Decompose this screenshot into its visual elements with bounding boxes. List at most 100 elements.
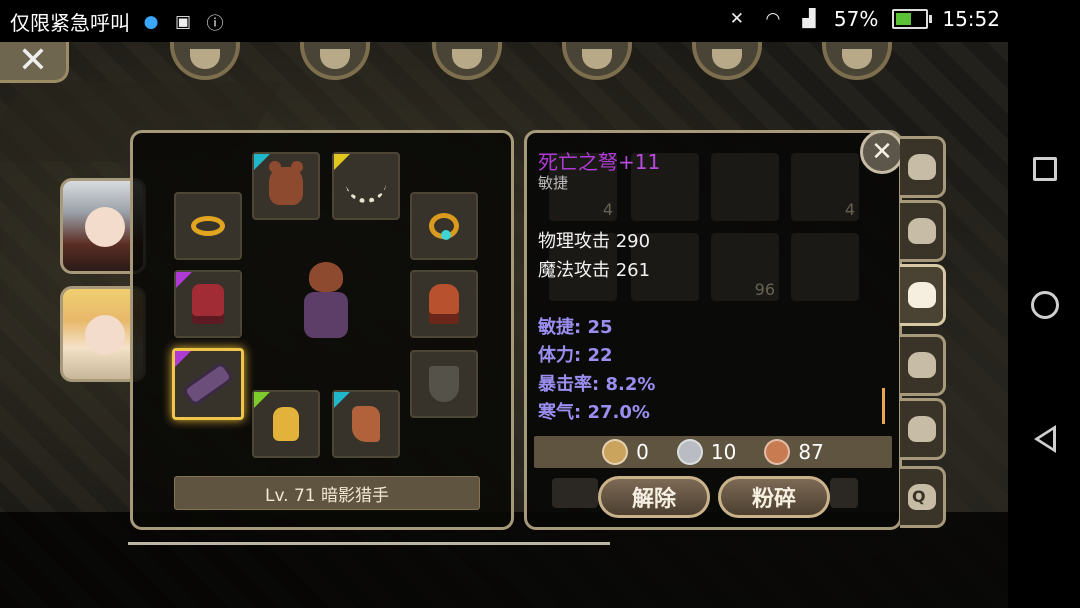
close-detail-button[interactable]: ✕ bbox=[860, 130, 904, 174]
bag-icon bbox=[907, 154, 936, 180]
copper-currency: 87 bbox=[764, 439, 824, 465]
equip-slot-ring-right[interactable] bbox=[410, 192, 478, 260]
equip-slot-ring-left[interactable] bbox=[174, 192, 242, 260]
item-upgrade-level: +11 bbox=[618, 150, 661, 174]
equip-slot-boots[interactable] bbox=[332, 390, 400, 458]
bag-icon bbox=[320, 49, 350, 69]
android-nav-bar bbox=[1008, 0, 1080, 608]
avatar bbox=[85, 315, 125, 355]
gallery-icon: ▣ bbox=[174, 11, 192, 32]
silver-coin-icon bbox=[676, 439, 703, 465]
empty-shield-icon bbox=[429, 366, 459, 402]
inventory-side-tab-3[interactable] bbox=[900, 264, 946, 326]
stat-line-partial: 敏捷 bbox=[538, 174, 569, 192]
rarity-corner bbox=[176, 272, 192, 288]
rarity-corner bbox=[254, 154, 270, 170]
inventory-side-tab-2[interactable] bbox=[900, 200, 946, 262]
square-icon bbox=[1033, 157, 1057, 181]
quest-letter: Q bbox=[912, 487, 926, 506]
bone-necklace-icon bbox=[346, 169, 386, 203]
detail-scrollbar[interactable] bbox=[882, 388, 885, 424]
stack-count: 4 bbox=[602, 200, 613, 219]
equip-slot-gloves[interactable] bbox=[252, 390, 320, 458]
signal-icon: ▟ bbox=[802, 9, 816, 29]
gold-amount: 0 bbox=[636, 440, 649, 464]
costume-tab[interactable] bbox=[562, 42, 632, 80]
qq-icon: ● bbox=[143, 11, 159, 32]
recent-apps-button[interactable] bbox=[1030, 154, 1060, 184]
bag-icon bbox=[907, 282, 936, 308]
rarity-corner bbox=[254, 392, 270, 408]
crossbow-icon bbox=[185, 364, 231, 404]
equip-slot-armor[interactable] bbox=[174, 270, 242, 338]
unequip-button[interactable]: 解除 bbox=[598, 476, 710, 518]
bag-slot[interactable] bbox=[552, 478, 598, 508]
inventory-side-tab-4[interactable] bbox=[900, 334, 946, 396]
bag-icon bbox=[907, 218, 936, 244]
gear-icon bbox=[842, 49, 872, 69]
equip-slot-necklace[interactable] bbox=[332, 152, 400, 220]
gold-coin-icon bbox=[602, 439, 629, 465]
emergency-calls-label: 仅限紧急呼叫 bbox=[10, 11, 130, 35]
bear-helmet-icon bbox=[309, 262, 343, 292]
silver-currency: 10 bbox=[676, 439, 736, 465]
close-menu-button[interactable]: ✕ bbox=[0, 42, 69, 83]
equip-slot-offhand[interactable] bbox=[410, 350, 478, 418]
battery-percent: 57% bbox=[833, 7, 879, 31]
item-name: 死亡之弩+11 bbox=[538, 146, 660, 175]
quest-tab[interactable] bbox=[692, 42, 762, 80]
mute-icon: ✕ bbox=[729, 9, 745, 29]
bag-slot[interactable]: 96 bbox=[711, 233, 779, 301]
inventory-side-tab-1[interactable] bbox=[900, 136, 946, 198]
wifi-icon: ◠ bbox=[765, 9, 781, 29]
skills-tab[interactable] bbox=[432, 42, 502, 80]
stat-chill: 寒气: 27.0% bbox=[538, 402, 650, 423]
stat-magic-attack: 魔法攻击 261 bbox=[538, 260, 651, 281]
scroll-icon bbox=[712, 49, 742, 69]
rarity-corner bbox=[334, 392, 350, 408]
quest-items-side-tab[interactable]: Q bbox=[900, 466, 946, 528]
bag-slot[interactable]: 4 bbox=[791, 153, 859, 221]
red-armor-icon bbox=[192, 284, 224, 324]
robe-icon bbox=[582, 49, 612, 69]
circle-icon bbox=[1031, 291, 1059, 319]
bag-slot[interactable] bbox=[830, 478, 858, 508]
back-button[interactable] bbox=[1030, 424, 1060, 454]
equip-slot-weapon[interactable] bbox=[172, 348, 244, 420]
home-button[interactable] bbox=[1030, 290, 1060, 320]
gold-glove-icon bbox=[273, 407, 299, 441]
equip-slot-helmet[interactable] bbox=[252, 152, 320, 220]
stat-physical-attack: 物理攻击 290 bbox=[538, 231, 651, 252]
info-icon: ⓘ bbox=[206, 14, 224, 34]
bag-icon bbox=[907, 352, 936, 378]
inventory-side-tab-5[interactable] bbox=[900, 398, 946, 460]
copper-amount: 87 bbox=[798, 440, 824, 464]
bag-slot[interactable] bbox=[711, 153, 779, 221]
gold-currency: 0 bbox=[602, 439, 649, 465]
stat-crit-rate: 暴击率: 8.2% bbox=[538, 374, 656, 395]
bag-slot[interactable] bbox=[791, 233, 859, 301]
leather-boot-icon bbox=[352, 406, 380, 442]
settings-tab[interactable] bbox=[822, 42, 892, 80]
avatar bbox=[85, 207, 125, 247]
currency-bar: 0 10 87 bbox=[534, 436, 892, 468]
stack-count: 96 bbox=[754, 280, 775, 299]
character-body bbox=[304, 292, 348, 338]
stat-agility: 敏捷: 25 bbox=[538, 317, 613, 338]
clock: 15:52 bbox=[942, 7, 1000, 31]
stack-count: 4 bbox=[844, 200, 855, 219]
character-model bbox=[298, 262, 354, 342]
inventory-tab[interactable] bbox=[300, 42, 370, 80]
back-triangle-icon bbox=[1034, 425, 1056, 453]
head-icon bbox=[190, 49, 220, 69]
status-bar: 仅限紧急呼叫 ● ▣ ⓘ ✕ ◠ ▟ 57% 15:52 bbox=[0, 0, 1080, 42]
rarity-corner bbox=[334, 154, 350, 170]
character-tab[interactable] bbox=[170, 42, 240, 80]
item-name-text: 死亡之弩 bbox=[538, 150, 618, 174]
gem-ring-icon bbox=[429, 213, 459, 240]
equip-slot-cloak[interactable] bbox=[410, 270, 478, 338]
bag-icon bbox=[907, 416, 936, 442]
bear-helmet-icon bbox=[269, 161, 303, 205]
shatter-button[interactable]: 粉碎 bbox=[718, 476, 830, 518]
level-class-label: Lv. 71 暗影猎手 bbox=[174, 476, 480, 510]
